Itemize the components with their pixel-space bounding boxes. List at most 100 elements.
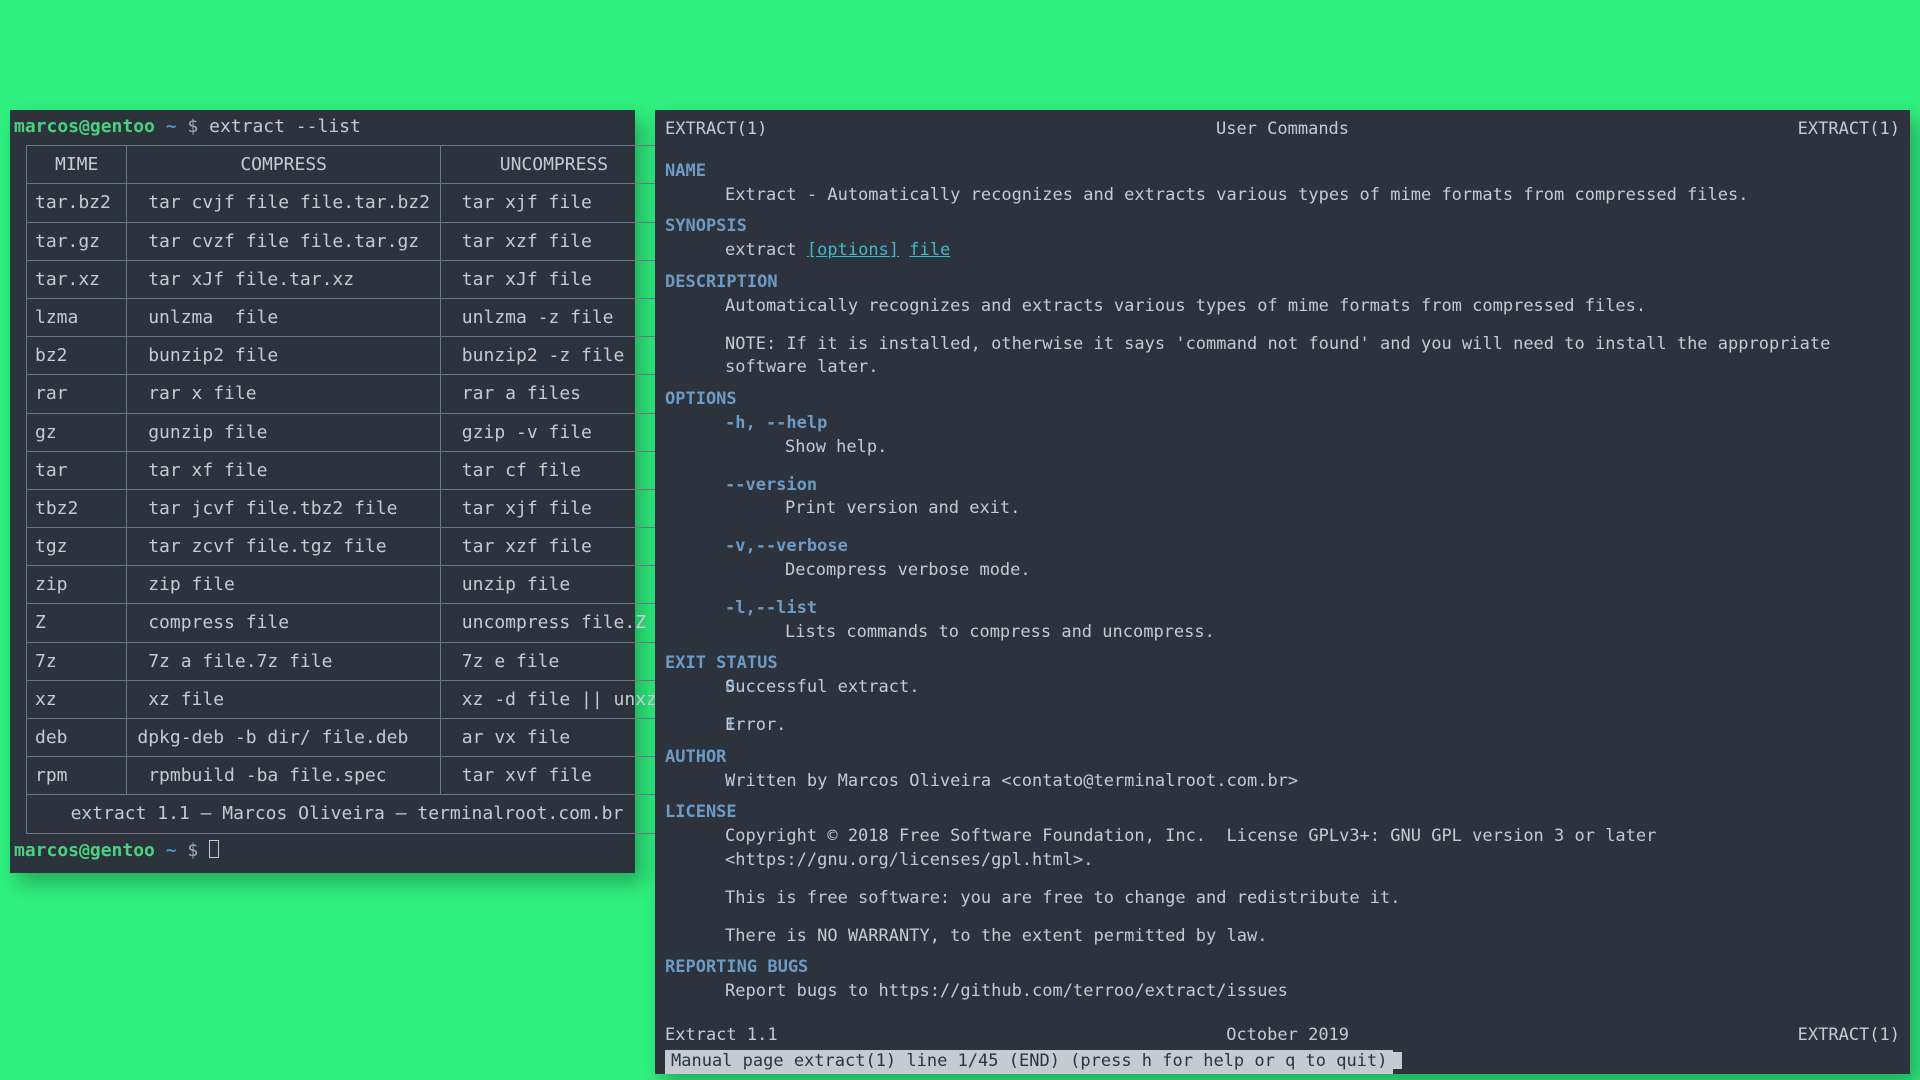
cell-compress: 7z a file.7z file <box>127 642 441 680</box>
license-text-1: Copyright © 2018 Free Software Foundatio… <box>665 825 1900 873</box>
man-header: EXTRACT(1) User Commands EXTRACT(1) <box>665 116 1900 152</box>
cell-uncompress: unlzma -z file <box>440 298 667 336</box>
cell-mime: tar.bz2 <box>27 184 127 222</box>
man-header-left: EXTRACT(1) <box>665 118 767 142</box>
terminal-manpage[interactable]: EXTRACT(1) User Commands EXTRACT(1) NAME… <box>655 110 1910 1074</box>
table-row: xz xz file xz -d file || unxz <box>27 680 668 718</box>
cell-mime: zip <box>27 566 127 604</box>
prompt-command: extract --list <box>209 116 361 137</box>
synopsis-file-link[interactable]: file <box>909 240 950 260</box>
section-synopsis: SYNOPSIS <box>665 215 1900 239</box>
man-footer-left: Extract 1.1 <box>665 1024 778 1048</box>
name-text: Extract - Automatically recognizes and e… <box>665 184 1900 208</box>
bugs-text: Report bugs to https://github.com/terroo… <box>665 980 1900 1004</box>
table-row: zip zip file unzip file <box>27 566 668 604</box>
table-row: tar.bz2 tar cvjf file file.tar.bz2 tar x… <box>27 184 668 222</box>
table-row: tar tar xf file tar cf file <box>27 451 668 489</box>
cell-uncompress: tar xzf file <box>440 528 667 566</box>
cell-mime: tgz <box>27 528 127 566</box>
license-text-3: There is NO WARRANTY, to the extent perm… <box>665 925 1900 949</box>
cell-compress: dpkg-deb -b dir/ file.deb <box>127 719 441 757</box>
table-row: 7z 7z a file.7z file 7z e file <box>27 642 668 680</box>
terminal-extract-list[interactable]: marcos@gentoo ~ $ extract --list MIME CO… <box>10 110 635 873</box>
table-row: lzma unlzma file unlzma -z file <box>27 298 668 336</box>
description-text-2: NOTE: If it is installed, otherwise it s… <box>665 333 1900 381</box>
cell-compress: rpmbuild -ba file.spec <box>127 757 441 795</box>
option-version: --version <box>665 474 1900 498</box>
cell-mime: lzma <box>27 298 127 336</box>
prompt-line: marcos@gentoo ~ $ extract --list <box>10 110 635 143</box>
option-version-desc: Print version and exit. <box>665 497 1900 521</box>
man-header-center: User Commands <box>1216 118 1349 142</box>
cell-uncompress: gzip -v file <box>440 413 667 451</box>
table-row: gz gunzip file gzip -v file <box>27 413 668 451</box>
cell-mime: bz2 <box>27 337 127 375</box>
cell-compress: tar xJf file.tar.xz <box>127 260 441 298</box>
cell-compress: tar xf file <box>127 451 441 489</box>
cursor-icon <box>209 840 219 858</box>
col-uncompress: UNCOMPRESS <box>440 146 667 184</box>
exit-1: 1Error. <box>665 714 1900 738</box>
table-footer: extract 1.1 – Marcos Oliveira – terminal… <box>27 795 668 833</box>
table-row: debdpkg-deb -b dir/ file.deb ar vx file <box>27 719 668 757</box>
prompt-symbol: $ <box>187 116 198 137</box>
synopsis-text: extract [options] file <box>665 239 1900 263</box>
cell-mime: rar <box>27 375 127 413</box>
synopsis-options-link[interactable]: [options] <box>807 240 899 260</box>
prompt-line-2[interactable]: marcos@gentoo ~ $ <box>10 834 635 867</box>
option-verbose: -v,--verbose <box>665 535 1900 559</box>
cell-uncompress: ar vx file <box>440 719 667 757</box>
man-footer-right: EXTRACT(1) <box>1798 1024 1900 1048</box>
table-row: tar.xz tar xJf file.tar.xz tar xJf file <box>27 260 668 298</box>
cell-compress: bunzip2 file <box>127 337 441 375</box>
section-description: DESCRIPTION <box>665 271 1900 295</box>
cell-uncompress: 7z e file <box>440 642 667 680</box>
option-help-desc: Show help. <box>665 436 1900 460</box>
author-text: Written by Marcos Oliveira <contato@term… <box>665 770 1900 794</box>
cell-mime: xz <box>27 680 127 718</box>
option-verbose-desc: Decompress verbose mode. <box>665 559 1900 583</box>
license-text-2: This is free software: you are free to c… <box>665 887 1900 911</box>
table-row: rpm rpmbuild -ba file.spec tar xvf file <box>27 757 668 795</box>
prompt-user: marcos@gentoo <box>14 116 155 137</box>
cell-uncompress: tar xjf file <box>440 184 667 222</box>
exit-0: 0Successful extract. <box>665 676 1900 700</box>
cell-compress: unlzma file <box>127 298 441 336</box>
cell-mime: tar <box>27 451 127 489</box>
col-mime: MIME <box>27 146 127 184</box>
section-exit-status: EXIT STATUS <box>665 652 1900 676</box>
col-compress: COMPRESS <box>127 146 441 184</box>
table-row: Z compress file uncompress file.Z <box>27 604 668 642</box>
description-text-1: Automatically recognizes and extracts va… <box>665 295 1900 319</box>
cell-uncompress: tar xzf file <box>440 222 667 260</box>
cell-mime: Z <box>27 604 127 642</box>
man-statusbar-line: Manual page extract(1) line 1/45 (END) (… <box>665 1048 1900 1074</box>
cell-mime: gz <box>27 413 127 451</box>
cell-uncompress: tar cf file <box>440 451 667 489</box>
cell-mime: rpm <box>27 757 127 795</box>
cell-compress: gunzip file <box>127 413 441 451</box>
cell-uncompress: unzip file <box>440 566 667 604</box>
option-list: -l,--list <box>665 597 1900 621</box>
cell-compress: tar cvzf file file.tar.gz <box>127 222 441 260</box>
cell-uncompress: tar xJf file <box>440 260 667 298</box>
cell-uncompress: xz -d file || unxz <box>440 680 667 718</box>
table-row: tar.gz tar cvzf file file.tar.gz tar xzf… <box>27 222 668 260</box>
table-row: tgz tar zcvf file.tgz file tar xzf file <box>27 528 668 566</box>
cell-compress: zip file <box>127 566 441 604</box>
cell-mime: 7z <box>27 642 127 680</box>
cell-compress: xz file <box>127 680 441 718</box>
cell-compress: tar cvjf file file.tar.bz2 <box>127 184 441 222</box>
cell-uncompress: bunzip2 -z file <box>440 337 667 375</box>
man-footer-center: October 2019 <box>1226 1024 1349 1048</box>
prompt-path: ~ <box>166 116 177 137</box>
section-options: OPTIONS <box>665 388 1900 412</box>
cell-compress: compress file <box>127 604 441 642</box>
cell-uncompress: tar xjf file <box>440 489 667 527</box>
table-row: bz2 bunzip2 file bunzip2 -z file <box>27 337 668 375</box>
cursor-icon <box>1392 1052 1402 1069</box>
table-header-row: MIME COMPRESS UNCOMPRESS <box>27 146 668 184</box>
man-header-right: EXTRACT(1) <box>1798 118 1900 142</box>
cell-mime: tar.xz <box>27 260 127 298</box>
cell-mime: deb <box>27 719 127 757</box>
